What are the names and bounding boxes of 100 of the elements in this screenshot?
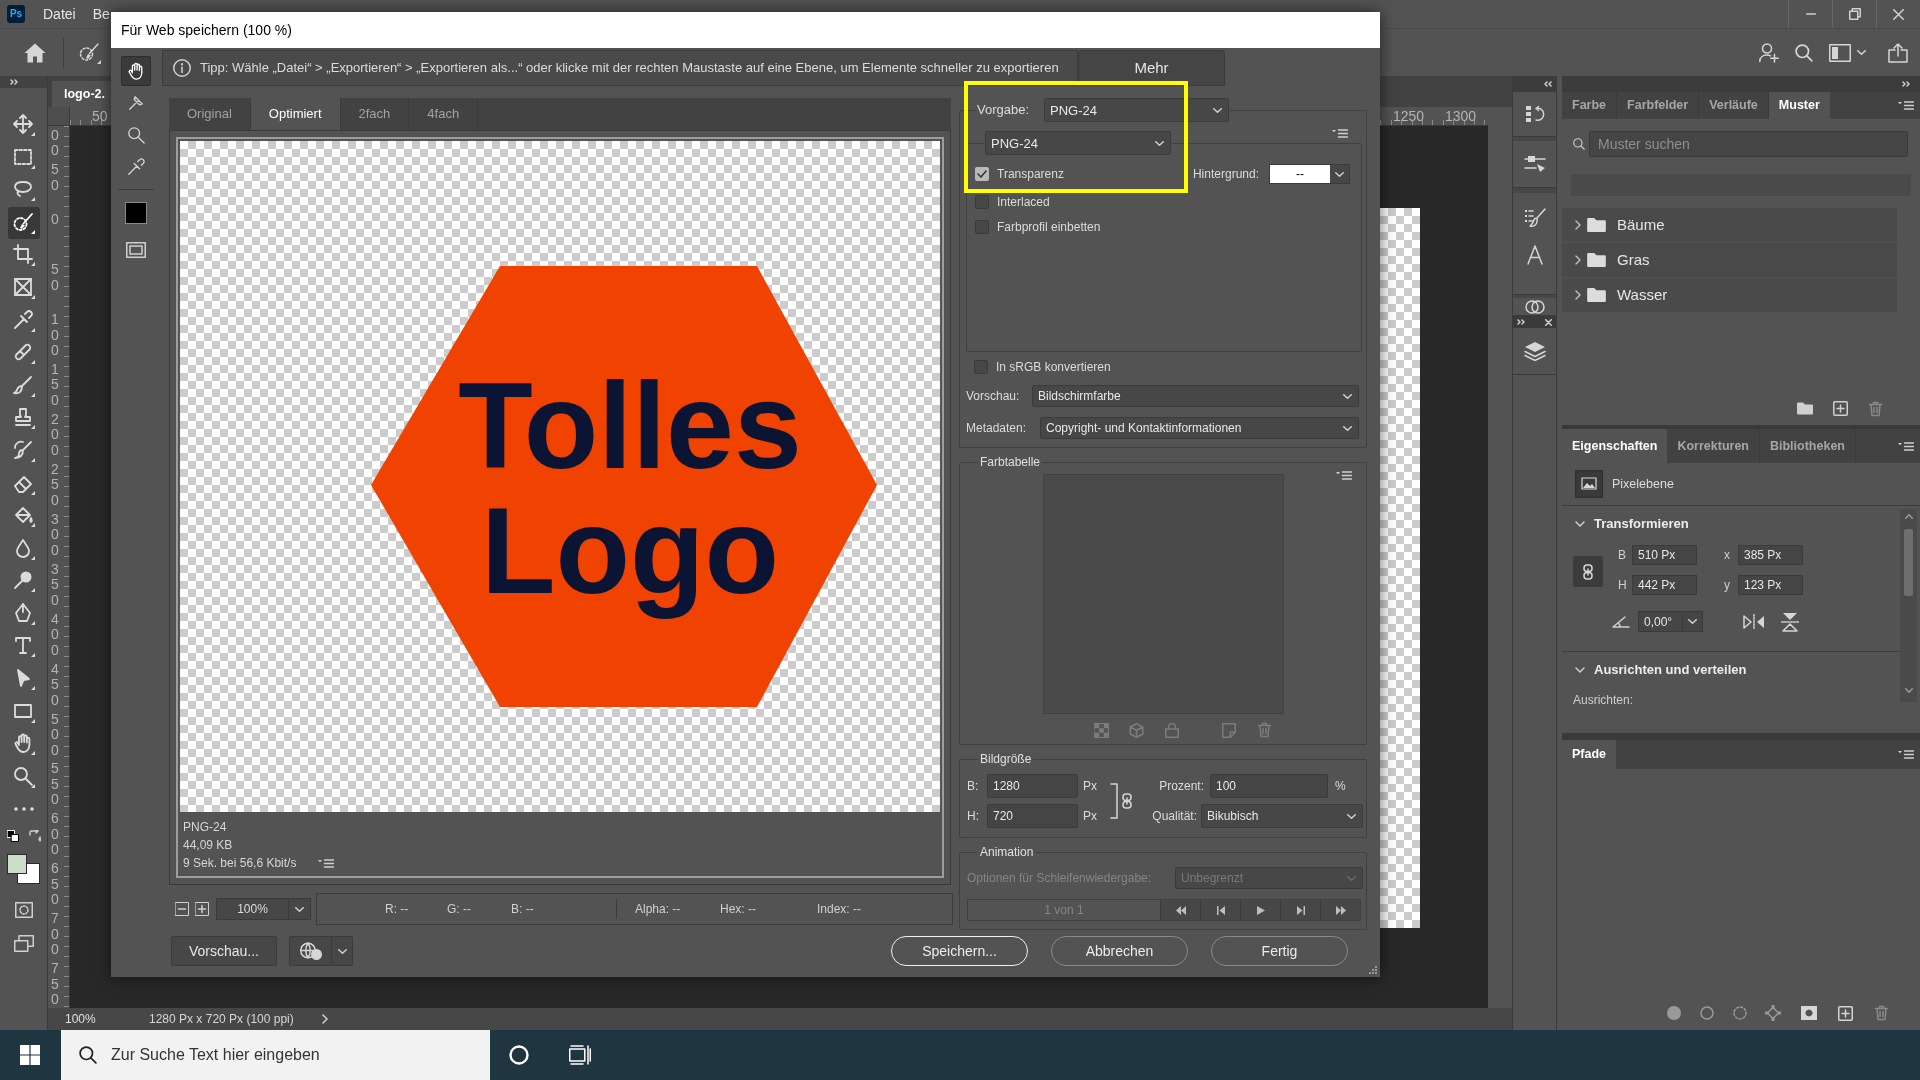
preview-button[interactable]: Vorschau... (171, 936, 277, 966)
play-button[interactable] (1240, 900, 1280, 920)
pattern-folder[interactable]: Gras (1562, 243, 1897, 277)
chevron-down-icon[interactable] (1575, 521, 1585, 527)
checkbox[interactable] (975, 195, 989, 209)
move-tool-icon[interactable] (12, 114, 35, 136)
dashed-circle-icon[interactable] (1733, 1006, 1747, 1020)
panel-menu-icon[interactable] (1898, 441, 1914, 451)
workspace-icon[interactable] (1829, 43, 1851, 62)
zoom-out-icon[interactable] (175, 902, 189, 916)
first-frame-button[interactable] (1160, 900, 1200, 920)
zoom-dropdown[interactable]: 100% (216, 898, 311, 920)
height-input[interactable]: 720 (987, 804, 1078, 828)
resize-grip-icon[interactable] (1369, 966, 1377, 974)
panel-tab[interactable]: Farbe (1562, 92, 1618, 119)
preview-dropdown[interactable]: Bildschirmfarbe (1032, 385, 1359, 407)
character-panel-icon[interactable] (1525, 245, 1544, 265)
expand-icon[interactable] (10, 79, 18, 85)
preset-dropdown[interactable]: PNG-24 (1044, 98, 1229, 122)
menu-item[interactable]: Datei (43, 7, 76, 21)
zoom-in-icon[interactable] (195, 902, 209, 916)
last-frame-button[interactable] (1320, 900, 1360, 920)
search-icon[interactable] (1795, 43, 1813, 62)
panel-tab[interactable]: Bibliotheken (1760, 429, 1856, 463)
layers-icon[interactable] (1523, 341, 1546, 361)
checkbox[interactable] (974, 360, 988, 374)
quick-mask-icon[interactable] (14, 901, 33, 918)
chevron-down-icon[interactable] (1575, 667, 1585, 673)
format-dropdown[interactable]: PNG-24 (985, 131, 1171, 155)
transform-field[interactable]: 510 Px (1632, 545, 1697, 565)
transform-field[interactable]: 123 Px (1738, 575, 1803, 595)
previous-frame-button[interactable] (1200, 900, 1240, 920)
next-frame-button[interactable] (1280, 900, 1320, 920)
panel-tab[interactable]: Farbfelder (1617, 92, 1700, 119)
type-tool-icon[interactable] (12, 635, 35, 658)
overlapping-circles-icon[interactable] (1524, 299, 1545, 314)
scrollbar-thumb[interactable] (1904, 529, 1913, 596)
expand-icon[interactable] (1902, 81, 1910, 87)
transform-field[interactable]: 385 Px (1738, 545, 1803, 565)
flip-horizontal-icon[interactable] (1743, 613, 1765, 630)
panel-menu-icon[interactable] (1332, 129, 1348, 138)
constrain-link-icon[interactable] (1110, 783, 1135, 819)
expand-icon[interactable] (1517, 319, 1525, 325)
pen-icon[interactable] (12, 602, 35, 625)
mask-icon[interactable] (1801, 1006, 1817, 1020)
panel-menu-icon[interactable] (1898, 750, 1914, 759)
view-tab[interactable]: 2fach (340, 98, 410, 130)
search-box[interactable]: Zur Suche Text hier eingeben (61, 1030, 490, 1080)
panel-tab[interactable]: Korrekturen (1667, 429, 1760, 463)
chevron-right-icon[interactable] (321, 1014, 328, 1024)
chevron-up-icon[interactable] (1904, 514, 1913, 519)
view-tab[interactable]: Optimiert (250, 98, 341, 130)
bandage-icon[interactable] (12, 342, 35, 365)
more-icon[interactable] (13, 807, 34, 812)
view-tab[interactable]: 4fach (409, 98, 479, 130)
width-input[interactable]: 1280 (987, 774, 1078, 798)
default-colors-icon[interactable] (6, 829, 19, 842)
close-icon[interactable] (1545, 318, 1552, 326)
pattern-folder[interactable]: Bäume (1562, 208, 1897, 242)
person-plus-icon[interactable] (1759, 42, 1779, 63)
filled-circle-icon[interactable] (1667, 1006, 1681, 1020)
quick-selection-icon[interactable] (7, 206, 40, 239)
eyedropper-icon[interactable] (126, 158, 145, 176)
history-brush-icon[interactable] (12, 439, 35, 462)
lasso-icon[interactable] (12, 179, 35, 202)
paint-bucket-icon[interactable] (12, 505, 35, 528)
panel-tab[interactable]: Pfade (1562, 740, 1617, 769)
quality-dropdown[interactable]: Bikubisch (1201, 804, 1363, 828)
background-color-swatch[interactable] (7, 853, 40, 884)
task-view-icon[interactable] (569, 1045, 591, 1065)
transform-field[interactable]: 442 Px (1632, 575, 1697, 595)
lollipop-icon[interactable] (12, 570, 35, 593)
chevron-down-icon[interactable] (1904, 688, 1913, 693)
matte-dropdown[interactable]: -- (1269, 164, 1350, 184)
add-icon[interactable] (1838, 1005, 1853, 1021)
panel-menu-icon[interactable] (1336, 471, 1352, 480)
quick-selection-icon[interactable] (79, 41, 101, 64)
collapse-icon[interactable] (1544, 81, 1552, 87)
search-field[interactable]: Muster suchen (1589, 130, 1908, 157)
checkbox[interactable] (975, 167, 989, 181)
foreground-color-swatch[interactable] (7, 853, 27, 874)
panel-menu-icon[interactable] (1898, 101, 1914, 110)
browser-preview-button[interactable] (289, 936, 353, 966)
hand-icon[interactable] (120, 56, 151, 86)
sliders-icon[interactable] (1523, 155, 1546, 173)
menu-item[interactable]: Be (92, 7, 110, 21)
rectangular-marquee-icon[interactable] (12, 146, 35, 169)
brush-icon[interactable] (12, 374, 35, 397)
panel-tab[interactable]: Muster (1768, 92, 1830, 119)
stamp-icon[interactable] (12, 407, 35, 430)
screen-mode-icon[interactable] (13, 934, 34, 952)
history-icon[interactable] (1524, 104, 1545, 124)
pattern-folder[interactable]: Wasser (1562, 278, 1897, 312)
panel-tab[interactable]: Eigenschaften (1562, 429, 1668, 463)
link-button[interactable] (1573, 556, 1603, 587)
metadata-dropdown[interactable]: Copyright- und Kontaktinformationen (1040, 417, 1359, 439)
flip-vertical-icon[interactable] (1781, 611, 1799, 632)
anchor-points-icon[interactable] (1765, 1005, 1781, 1021)
angle-dropdown[interactable]: 0,00° (1638, 611, 1703, 632)
share-icon[interactable] (1888, 42, 1908, 63)
